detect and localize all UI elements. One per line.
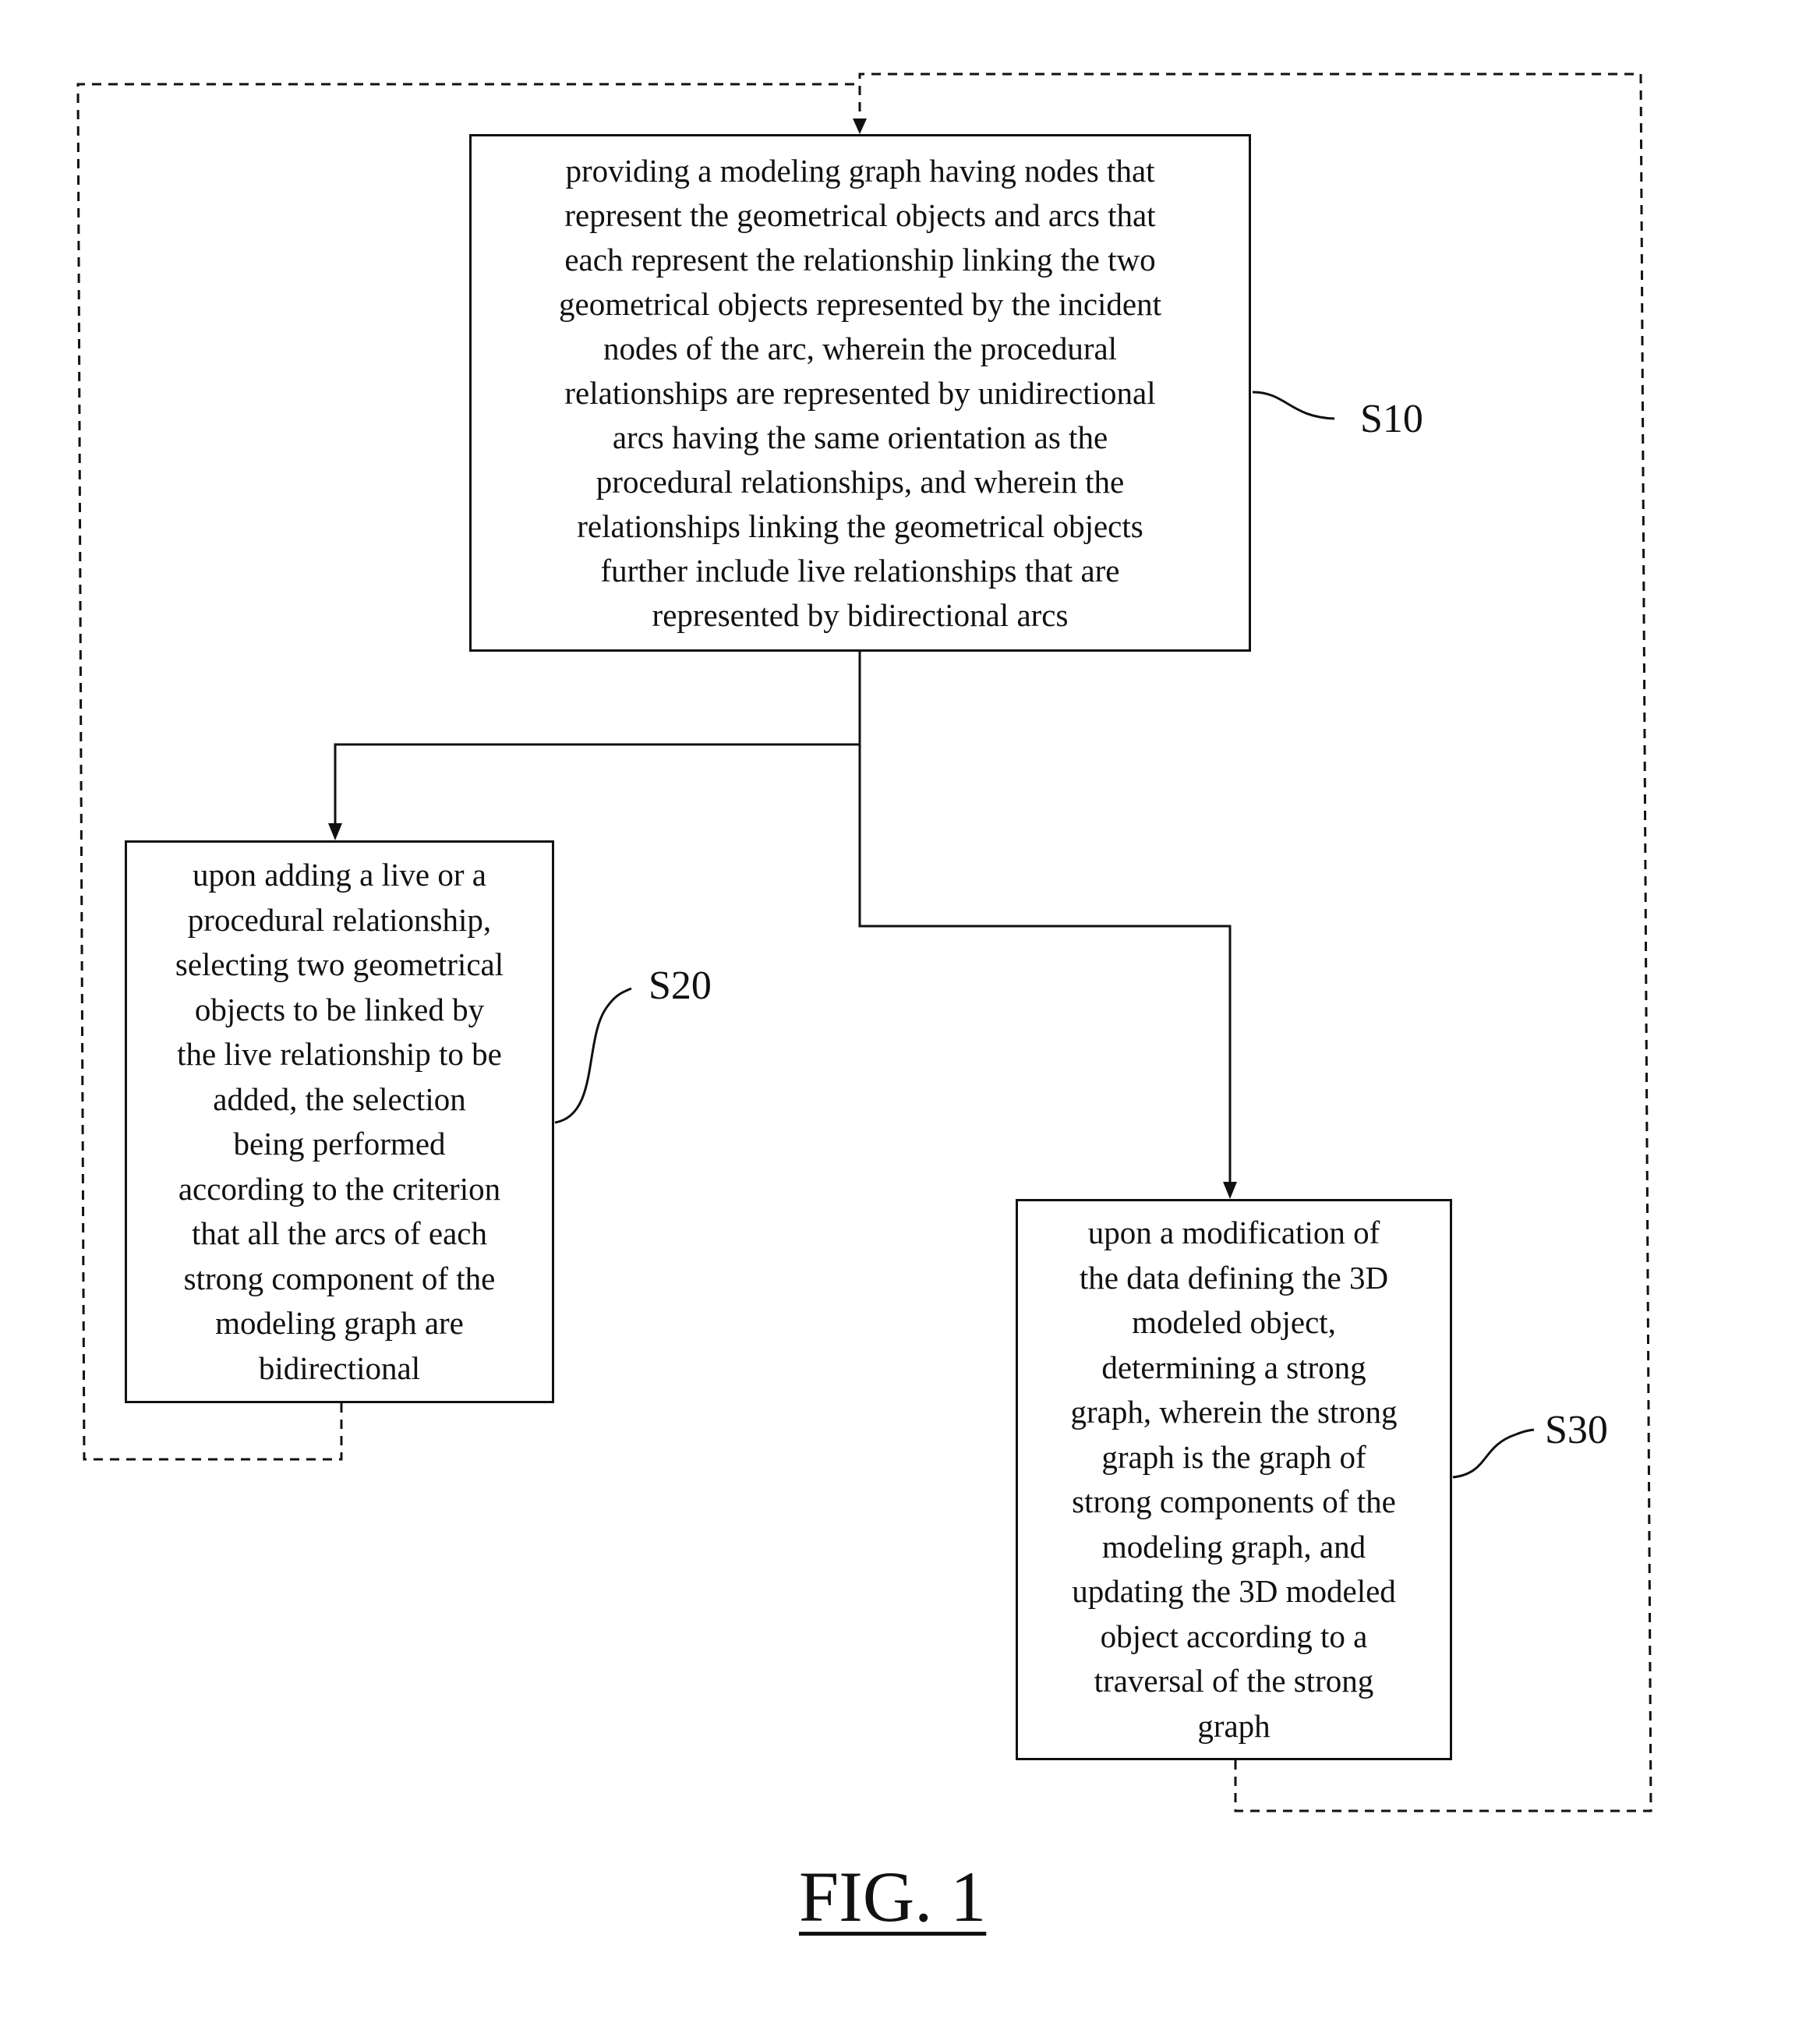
step-box-s20: upon adding a live or a procedural relat… bbox=[125, 840, 554, 1403]
step-label-s20: S20 bbox=[649, 964, 712, 1008]
step-label-s30: S30 bbox=[1545, 1408, 1608, 1452]
step-label-s10: S10 bbox=[1360, 397, 1423, 441]
patent-figure: providing a modeling graph having nodes … bbox=[0, 0, 1806, 2044]
leader-s30 bbox=[1452, 1428, 1535, 1479]
arrowhead-s30 bbox=[1223, 1182, 1237, 1199]
arrowhead-s10 bbox=[853, 118, 867, 134]
leader-s20 bbox=[554, 987, 632, 1124]
step-text-s10: providing a modeling graph having nodes … bbox=[559, 152, 1161, 633]
arrowhead-s20 bbox=[328, 823, 342, 840]
step-box-s30: upon a modification of the data defining… bbox=[1016, 1199, 1452, 1760]
leader-s10 bbox=[1252, 391, 1335, 420]
step-text-s30: upon a modification of the data defining… bbox=[1070, 1215, 1398, 1744]
figure-title: FIG. 1 bbox=[799, 1857, 987, 1936]
edge-s10-to-s20 bbox=[334, 743, 860, 829]
step-text-s20: upon adding a live or a procedural relat… bbox=[175, 857, 504, 1386]
edge-s10-to-s30 bbox=[858, 744, 1232, 1188]
step-box-s10: providing a modeling graph having nodes … bbox=[469, 134, 1251, 652]
